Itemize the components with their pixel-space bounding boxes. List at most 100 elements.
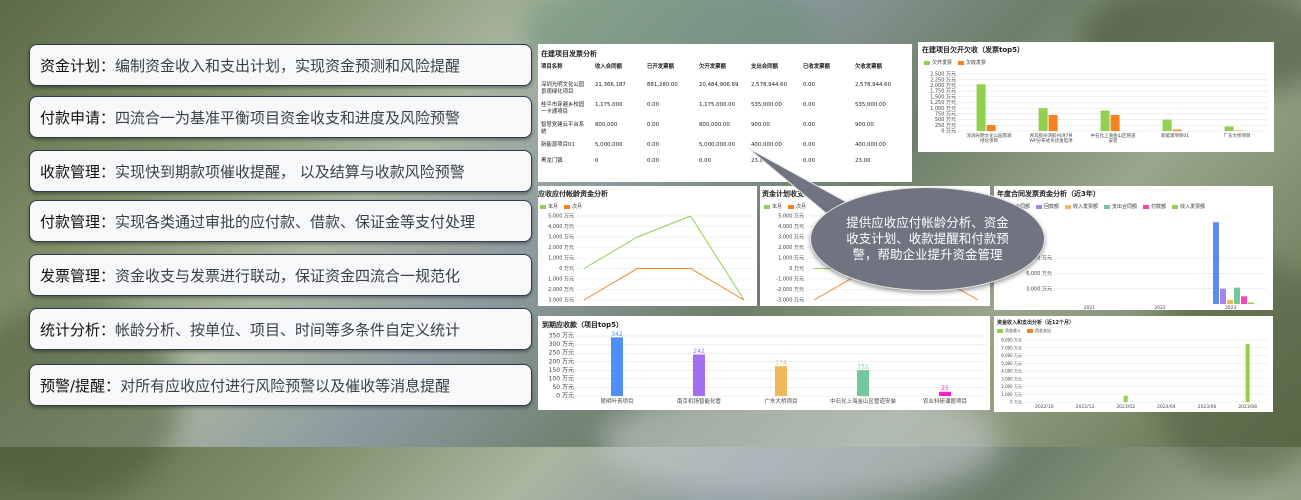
y-tick-label: 4,000 万元 (778, 224, 804, 230)
x-tick-label: 2023/02 (1116, 404, 1135, 410)
aging-chart: 3,000 万元2,000 万元1,000 万元0 万元1,000 万元2,00… (538, 186, 757, 306)
data-label: 151 (857, 364, 869, 371)
feature-desc: 资金收支与发票进行联动，保证资金四流合一规范化 (115, 265, 460, 286)
x-tick-label: 安装 (1109, 137, 1118, 144)
table-header: 项目名称 (541, 62, 563, 70)
bar (857, 370, 869, 396)
table-cell: 桂平市穿越乡校园一卡通项目 (541, 102, 589, 116)
table-header: 欠开发票额 (699, 62, 726, 70)
y-tick-label: 250 万元 (549, 350, 574, 357)
x-tick-label: 青岛胶州湾胶州湾7M (1030, 132, 1073, 139)
y-tick-label: 0 万元 (941, 129, 956, 135)
feature-desc: 实现各类通过审批的应付款、借款、保证金等支付处理 (115, 211, 475, 232)
bar (1220, 289, 1226, 304)
bar (1213, 222, 1219, 304)
bar (775, 366, 787, 396)
bar (977, 84, 986, 131)
feature-sep: ： (100, 161, 115, 182)
y-tick-label: 350 万元 (549, 333, 574, 340)
x-tick-label: 2021 (1084, 305, 1096, 310)
y-tick-label: 0 万元 (1010, 400, 1022, 405)
table-cell: 2,578,944.60 (751, 82, 787, 88)
y-tick-label: 8,000 万元 (1001, 338, 1022, 343)
x-tick-label: 中石化上海金山区管道 (1091, 132, 1136, 139)
y-tick-label: 500 万元 (935, 117, 956, 123)
arrears-top5-panel: 在建项目欠开欠收（发票top5） 欠开发票欠收发票 0 万元250 万元500 … (918, 42, 1274, 152)
y-tick-label: 3,000 万元 (548, 235, 574, 241)
bar (1163, 120, 1172, 131)
feature-desc: 帐龄分析、按单位、项目、时间等多条件自定义统计 (115, 319, 460, 340)
monthly-cashflow-panel: 资金收入和支出分析（近12个月） 资金收入资金支出 0 万元1,000 万元2,… (994, 316, 1273, 412)
y-tick-label: 5,000 万元 (778, 214, 804, 220)
feature-sep: ： (100, 107, 115, 128)
x-tick-label: 2023 (1225, 305, 1237, 310)
y-tick-label: 2,000 万元 (548, 287, 574, 293)
invoice-table-title: 在建项目发票分析 (541, 49, 597, 59)
feature-key: 发票管理 (40, 265, 100, 286)
feature-key: 资金计划 (40, 55, 100, 76)
bar (1248, 302, 1254, 304)
arrears-chart: 0 万元250 万元500 万元750 万元1,000 万元1,250 万元1,… (918, 42, 1274, 152)
bar (1246, 344, 1250, 402)
invoice-table: 项目名称收入合同额已开发票额欠开发票额支出合同额已收发票额欠收发票额深圳光明文化… (541, 62, 911, 180)
table-header: 欠收发票额 (855, 62, 882, 70)
bar (1111, 115, 1120, 131)
callout-bubble: 提供应收应付帐龄分析、资金收支计划、收款提醒和付款预警，帮助企业提升资金管理 (810, 187, 1045, 291)
bar (1225, 126, 1234, 131)
table-cell: 881,280.00 (647, 82, 678, 88)
table-header: 收入合同额 (595, 62, 622, 70)
y-tick-label: 4,000 万元 (1001, 369, 1022, 374)
y-tick-label: 3,000 万元 (1001, 376, 1022, 381)
y-tick-label: 3,000 万元 (1026, 286, 1052, 292)
y-tick-label: 2,000 万元 (1001, 384, 1022, 389)
y-tick-label: 1,500 万元 (930, 94, 956, 100)
table-cell: 23.00 (855, 158, 870, 164)
table-cell: 5,000,000 (595, 142, 622, 148)
table-cell: 800,000 (595, 122, 617, 128)
x-tick-label: 2022/12 (1076, 404, 1095, 410)
aging-panel: 应收应付帐龄资金分析 本月次月 3,000 万元2,000 万元1,000 万元… (538, 186, 757, 306)
bar (939, 392, 951, 396)
feature-item: 发票管理：资金收支与发票进行联动，保证资金四流合一规范化 (29, 254, 532, 296)
x-tick-label: 中石化上海金山区管道安装 (830, 397, 897, 405)
bar (1227, 300, 1233, 304)
x-tick-label: 2022/10 (1035, 404, 1054, 410)
bar (1124, 396, 1128, 402)
x-tick-label: 2023/06 (1198, 404, 1217, 410)
bar (1101, 110, 1110, 131)
table-header: 已开发票额 (647, 62, 674, 70)
y-tick-label: 1,750 万元 (930, 89, 956, 95)
y-tick-label: -3,000 万元 (776, 298, 804, 304)
y-tick-label: 200 万元 (549, 358, 574, 365)
y-tick-label: 1,000 万元 (1001, 392, 1022, 397)
table-cell: 新能源项目01 (541, 142, 589, 149)
feature-sep: ： (100, 211, 115, 232)
table-cell: 1,175,000 (595, 102, 622, 108)
y-tick-label: 2,000 万元 (778, 245, 804, 251)
feature-item: 付款管理：实现各类通过审批的应付款、借款、保证金等支付处理 (29, 200, 532, 242)
table-cell: 400,000.00 (751, 142, 782, 148)
y-tick-label: 6,000 万元 (1026, 271, 1052, 277)
x-tick-label: 广东大桥项目 (764, 397, 797, 405)
table-cell: 800,000.00 (699, 122, 730, 128)
x-tick-label: 南京机场智能化管 (677, 397, 722, 405)
table-cell: 5,000,000.00 (699, 142, 735, 148)
table-cell: 400,000.00 (855, 142, 886, 148)
y-tick-label: 750 万元 (935, 112, 956, 118)
feature-key: 付款申请 (40, 107, 100, 128)
y-tick-label: 0 万元 (559, 266, 574, 272)
y-tick-label: 2,250 万元 (930, 77, 956, 83)
y-tick-label: 2,000 万元 (930, 83, 956, 89)
table-cell: 0.00 (803, 142, 815, 148)
feature-desc: 编制资金收入和支出计划，实现资金预测和风险提醒 (115, 55, 460, 76)
table-cell: 1,175,000.00 (699, 102, 735, 108)
due-receivable-panel: 到期应收款（项目top5） 0 万元50 万元100 万元150 万元200 万… (538, 316, 990, 410)
table-cell: 0.00 (647, 102, 659, 108)
table-cell: 0.00 (803, 102, 815, 108)
series-line (584, 269, 744, 301)
y-tick-label: 0 万元 (789, 266, 804, 272)
y-tick-label: 2,500 万元 (930, 72, 956, 78)
table-cell: 0.00 (647, 142, 659, 148)
y-tick-label: 5,000 万元 (1001, 361, 1022, 366)
table-cell: 535,000.00 (855, 102, 886, 108)
